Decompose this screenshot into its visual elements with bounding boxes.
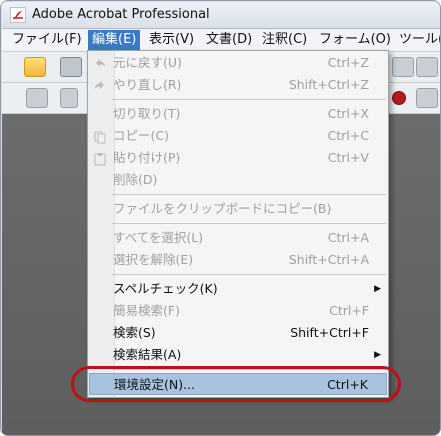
page-insert-icon[interactable] [26, 88, 48, 108]
search-tool-icon[interactable] [392, 57, 414, 77]
menu-tools[interactable]: ツール(T [395, 30, 440, 50]
copy-icon [93, 129, 107, 144]
edit-menu-dropdown: 元に戻す(U) Ctrl+Z やり直し(R) Shift+Ctrl+Z 切り取り… [87, 50, 389, 398]
menu-item-spellcheck[interactable]: スペルチェック(K) ▶ [89, 278, 387, 300]
menu-item-redo[interactable]: やり直し(R) Shift+Ctrl+Z [89, 74, 387, 96]
redo-icon [93, 78, 107, 92]
menu-file[interactable]: ファイル(F) [8, 30, 86, 50]
toolbar-tool-icon-2[interactable] [416, 88, 438, 108]
title-bar: Adobe Acrobat Professional [2, 2, 440, 29]
menu-item-search-results[interactable]: 検索結果(A) ▶ [89, 344, 387, 366]
menu-edit[interactable]: 編集(E) [88, 30, 141, 50]
page-icon[interactable] [60, 88, 78, 108]
menu-item-deselect[interactable]: 選択を解除(E) Shift+Ctrl+A [89, 249, 387, 271]
menu-item-copy-file-to-clipboard[interactable]: ファイルをクリップボードにコピー(B) [89, 198, 387, 220]
menu-separator [112, 194, 386, 195]
menu-document[interactable]: 文書(D) [202, 30, 256, 50]
toolbar-tool-icon[interactable] [416, 57, 438, 77]
sign-icon[interactable] [392, 91, 406, 105]
menu-comments[interactable]: 注釈(C) [258, 30, 311, 50]
menu-forms[interactable]: フォーム(O) [315, 30, 395, 50]
menu-item-cut[interactable]: 切り取り(T) Ctrl+X [89, 103, 387, 125]
menu-view[interactable]: 表示(V) [145, 30, 198, 50]
open-folder-icon[interactable] [24, 57, 46, 77]
menu-item-select-all[interactable]: すべてを選択(L) Ctrl+A [89, 227, 387, 249]
acrobat-app-icon [10, 7, 26, 23]
menu-item-search[interactable]: 検索(S) Shift+Ctrl+F [89, 322, 387, 344]
menu-item-undo[interactable]: 元に戻す(U) Ctrl+Z [89, 52, 387, 74]
menu-item-copy[interactable]: コピー(C) Ctrl+C [89, 125, 387, 147]
menu-separator [112, 274, 386, 275]
menu-item-delete[interactable]: 削除(D) [89, 169, 387, 191]
paste-icon [93, 151, 107, 166]
menu-bar: ファイル(F) 編集(E) 表示(V) 文書(D) 注釈(C) フォーム(O) … [2, 29, 440, 52]
submenu-arrow-icon: ▶ [374, 350, 381, 360]
undo-icon [93, 56, 107, 70]
menu-item-quick-find[interactable]: 簡易検索(F) Ctrl+F [89, 300, 387, 322]
annotation-highlight-ring [71, 366, 401, 402]
menu-item-paste[interactable]: 貼り付け(P) Ctrl+V [89, 147, 387, 169]
menu-separator [112, 99, 386, 100]
print-icon[interactable] [60, 57, 82, 77]
submenu-arrow-icon: ▶ [374, 284, 381, 294]
window-title: Adobe Acrobat Professional [32, 7, 210, 22]
menu-separator [112, 223, 386, 224]
